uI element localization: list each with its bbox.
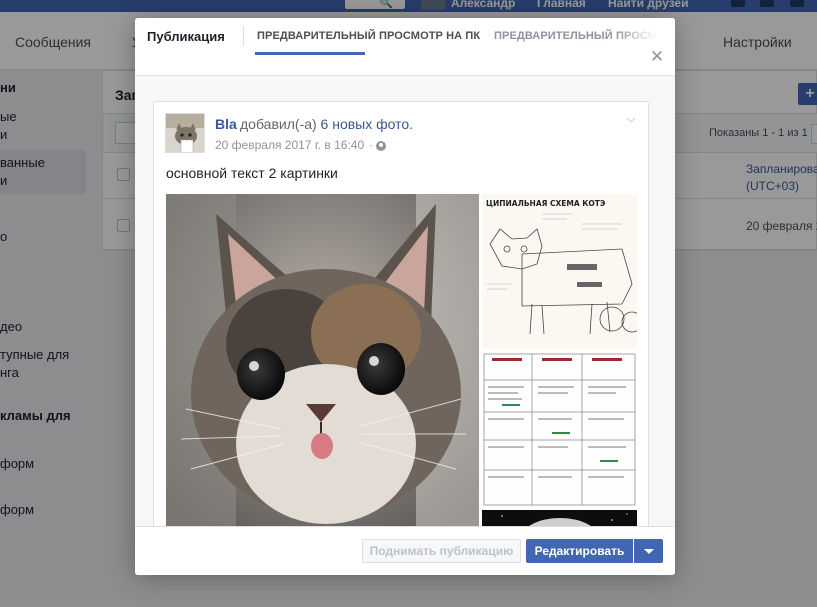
chevron-down-icon[interactable]: ⌵ (624, 112, 638, 126)
caret-down-icon (644, 549, 654, 554)
post-photo-table[interactable] (482, 352, 637, 507)
boost-post-button[interactable]: Поднимать публикацию (362, 539, 521, 563)
post-photos-link[interactable]: 6 новых фото. (321, 116, 414, 132)
post-photo-main[interactable] (166, 194, 479, 526)
post-preview-card: Bla добавил(-а) 6 новых фото. 20 февраля… (153, 101, 649, 526)
post-preview-dialog: Публикация ПРЕДВАРИТЕЛЬНЫЙ ПРОСМОТР НА П… (135, 18, 675, 575)
preview-area: Bla добавил(-а) 6 новых фото. 20 февраля… (135, 76, 675, 526)
post-action-verb: добавил(-а) (240, 116, 317, 132)
edit-button[interactable]: Редактировать (526, 539, 633, 563)
tab-overflow-fade (615, 18, 675, 54)
dialog-footer: Поднимать публикацию Редактировать (135, 526, 675, 575)
dialog-tabs: Публикация ПРЕДВАРИТЕЛЬНЫЙ ПРОСМОТР НА П… (135, 18, 675, 76)
post-timestamp[interactable]: 20 февраля 2017 г. в 16:40 (215, 138, 364, 152)
edit-options-dropdown[interactable] (634, 539, 663, 563)
post-meta-separator: · (369, 138, 373, 152)
tab-preview-desktop[interactable]: ПРЕДВАРИТЕЛЬНЫЙ ПРОСМОТР НА ПК (257, 30, 480, 42)
scheme-title-text: ЦИПИАЛЬНАЯ СХЕМА КОТЭ (486, 199, 606, 208)
tab-divider (243, 26, 244, 46)
post-photo-dark[interactable] (482, 510, 637, 526)
post-photo-scheme[interactable]: ЦИПИАЛЬНАЯ СХЕМА КОТЭ (482, 194, 637, 349)
close-icon[interactable]: ✕ (649, 48, 665, 65)
post-body-text: основной текст 2 картинки (166, 165, 338, 181)
post-action-text: добавил(-а) 6 новых фото. (240, 116, 413, 132)
post-author-link[interactable]: Bla (215, 116, 237, 132)
globe-icon (376, 141, 386, 151)
active-tab-indicator (255, 52, 365, 55)
tab-publication[interactable]: Публикация (147, 29, 225, 44)
avatar[interactable] (165, 113, 205, 153)
